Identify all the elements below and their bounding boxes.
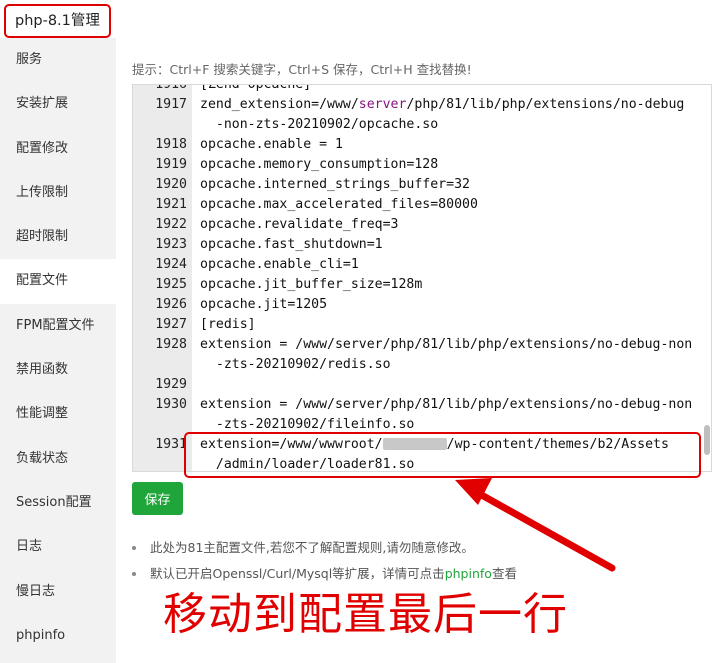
annotation-caption: 移动到配置最后一行 bbox=[163, 589, 568, 640]
annotation-arrow-icon bbox=[455, 478, 616, 572]
